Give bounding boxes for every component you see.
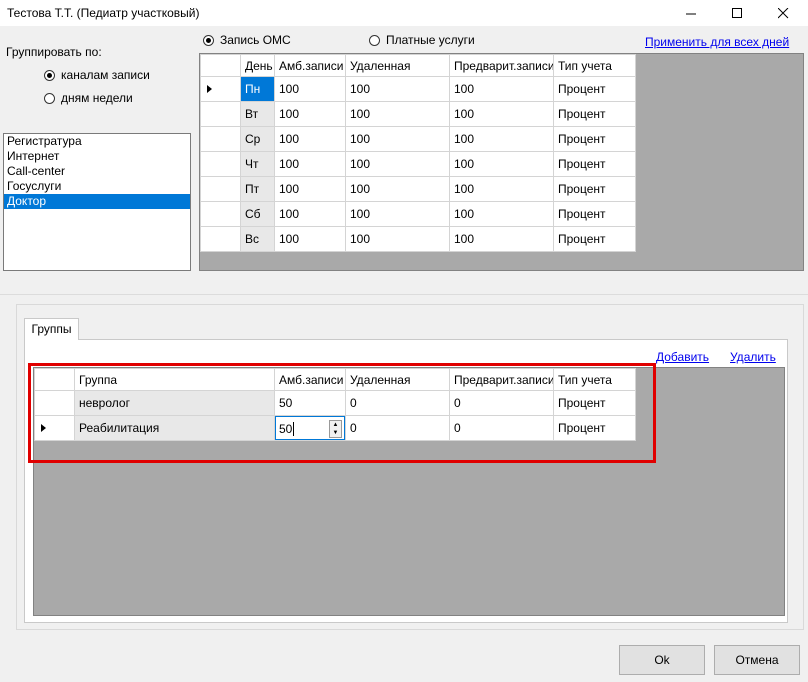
table-row[interactable]: Пт 100 100 100 Процент: [200, 176, 636, 202]
prelim-cell[interactable]: 100: [449, 101, 554, 127]
type-cell[interactable]: Процент: [553, 226, 636, 252]
row-header[interactable]: [200, 126, 241, 152]
type-cell[interactable]: Процент: [553, 101, 636, 127]
remote-cell[interactable]: 100: [345, 76, 450, 102]
table-row[interactable]: Сб 100 100 100 Процент: [200, 201, 636, 227]
type-cell[interactable]: Процент: [553, 76, 636, 102]
amb-cell[interactable]: 100: [274, 126, 346, 152]
apply-all-days-link[interactable]: Применить для всех дней: [645, 35, 789, 49]
close-button[interactable]: [766, 0, 800, 26]
column-header-type[interactable]: Тип учета: [553, 54, 636, 77]
tab-groups[interactable]: Группы: [24, 318, 79, 340]
prelim-cell[interactable]: 100: [449, 176, 554, 202]
add-group-link[interactable]: Добавить: [656, 350, 709, 364]
day-cell[interactable]: Сб: [240, 201, 275, 227]
table-row[interactable]: Вс 100 100 100 Процент: [200, 226, 636, 252]
type-cell[interactable]: Процент: [553, 151, 636, 177]
day-cell[interactable]: Вт: [240, 101, 275, 127]
column-header-remote[interactable]: Удаленная: [345, 54, 450, 77]
row-header[interactable]: [200, 76, 241, 102]
prelim-cell[interactable]: 100: [449, 76, 554, 102]
title-bar: Тестова Т.Т. (Педиатр участковый): [0, 0, 808, 26]
amb-cell[interactable]: 100: [274, 101, 346, 127]
minimize-button[interactable]: [674, 0, 708, 26]
table-row[interactable]: Ср 100 100 100 Процент: [200, 126, 636, 152]
radio-label: Запись ОМС: [220, 33, 291, 47]
channel-item[interactable]: Госуслуги: [4, 179, 190, 194]
day-cell[interactable]: Пт: [240, 176, 275, 202]
maximize-icon: [731, 7, 742, 18]
channel-item[interactable]: Call-center: [4, 164, 190, 179]
delete-group-link[interactable]: Удалить: [730, 350, 776, 364]
column-header-prelim[interactable]: Предварит.записи: [449, 54, 554, 77]
radio-label: Платные услуги: [386, 33, 475, 47]
cancel-button[interactable]: Отмена: [714, 645, 800, 675]
section-divider: [0, 294, 808, 295]
row-header[interactable]: [200, 101, 241, 127]
row-header[interactable]: [200, 226, 241, 252]
group-by-channels-radio[interactable]: каналам записи: [44, 68, 150, 82]
radio-label: дням недели: [61, 91, 133, 105]
table-row[interactable]: Чт 100 100 100 Процент: [200, 151, 636, 177]
remote-cell[interactable]: 100: [345, 101, 450, 127]
channel-item[interactable]: Интернет: [4, 149, 190, 164]
day-cell[interactable]: Вс: [240, 226, 275, 252]
radio-indicator: [203, 34, 214, 46]
table-row[interactable]: Пн 100 100 100 Процент: [200, 76, 636, 102]
remote-cell[interactable]: 100: [345, 176, 450, 202]
table-row[interactable]: Вт 100 100 100 Процент: [200, 101, 636, 127]
row-header[interactable]: [200, 151, 241, 177]
amb-cell[interactable]: 100: [274, 151, 346, 177]
prelim-cell[interactable]: 100: [449, 201, 554, 227]
prelim-cell[interactable]: 100: [449, 151, 554, 177]
window-title: Тестова Т.Т. (Педиатр участковый): [7, 6, 200, 20]
current-row-arrow-icon: [207, 85, 212, 93]
table-header-row: День Амб.записи Удаленная Предварит.запи…: [200, 54, 636, 77]
days-table: День Амб.записи Удаленная Предварит.запи…: [200, 54, 636, 252]
days-grid[interactable]: День Амб.записи Удаленная Предварит.запи…: [199, 53, 804, 271]
column-header-day[interactable]: День: [240, 54, 275, 77]
mode-oms-radio[interactable]: Запись ОМС: [203, 33, 291, 47]
day-cell[interactable]: Ср: [240, 126, 275, 152]
remote-cell[interactable]: 100: [345, 126, 450, 152]
day-cell[interactable]: Чт: [240, 151, 275, 177]
prelim-cell[interactable]: 100: [449, 126, 554, 152]
group-by-label: Группировать по:: [6, 45, 102, 59]
amb-cell[interactable]: 100: [274, 76, 346, 102]
amb-cell[interactable]: 100: [274, 201, 346, 227]
channel-item-selected[interactable]: Доктор: [4, 194, 190, 209]
radio-indicator: [44, 92, 55, 104]
minimize-icon: [685, 13, 696, 14]
channel-item[interactable]: Регистратура: [4, 134, 190, 149]
amb-cell[interactable]: 100: [274, 176, 346, 202]
day-cell[interactable]: Пн: [240, 76, 275, 102]
remote-cell[interactable]: 100: [345, 226, 450, 252]
maximize-button[interactable]: [720, 0, 754, 26]
radio-indicator: [44, 69, 55, 81]
mode-paid-radio[interactable]: Платные услуги: [369, 33, 475, 47]
type-cell[interactable]: Процент: [553, 126, 636, 152]
radio-label: каналам записи: [61, 68, 150, 82]
type-cell[interactable]: Процент: [553, 201, 636, 227]
close-icon: [777, 7, 788, 18]
column-header-amb[interactable]: Амб.записи: [274, 54, 346, 77]
ok-button[interactable]: Ok: [619, 645, 705, 675]
row-header[interactable]: [200, 176, 241, 202]
remote-cell[interactable]: 100: [345, 151, 450, 177]
remote-cell[interactable]: 100: [345, 201, 450, 227]
prelim-cell[interactable]: 100: [449, 226, 554, 252]
amb-cell[interactable]: 100: [274, 226, 346, 252]
channels-listbox[interactable]: Регистратура Интернет Call-center Госусл…: [3, 133, 191, 271]
radio-indicator: [369, 34, 380, 46]
row-header[interactable]: [200, 201, 241, 227]
row-header-corner: [200, 54, 241, 77]
group-by-weekdays-radio[interactable]: дням недели: [44, 91, 133, 105]
highlight-box: [28, 363, 656, 463]
type-cell[interactable]: Процент: [553, 176, 636, 202]
